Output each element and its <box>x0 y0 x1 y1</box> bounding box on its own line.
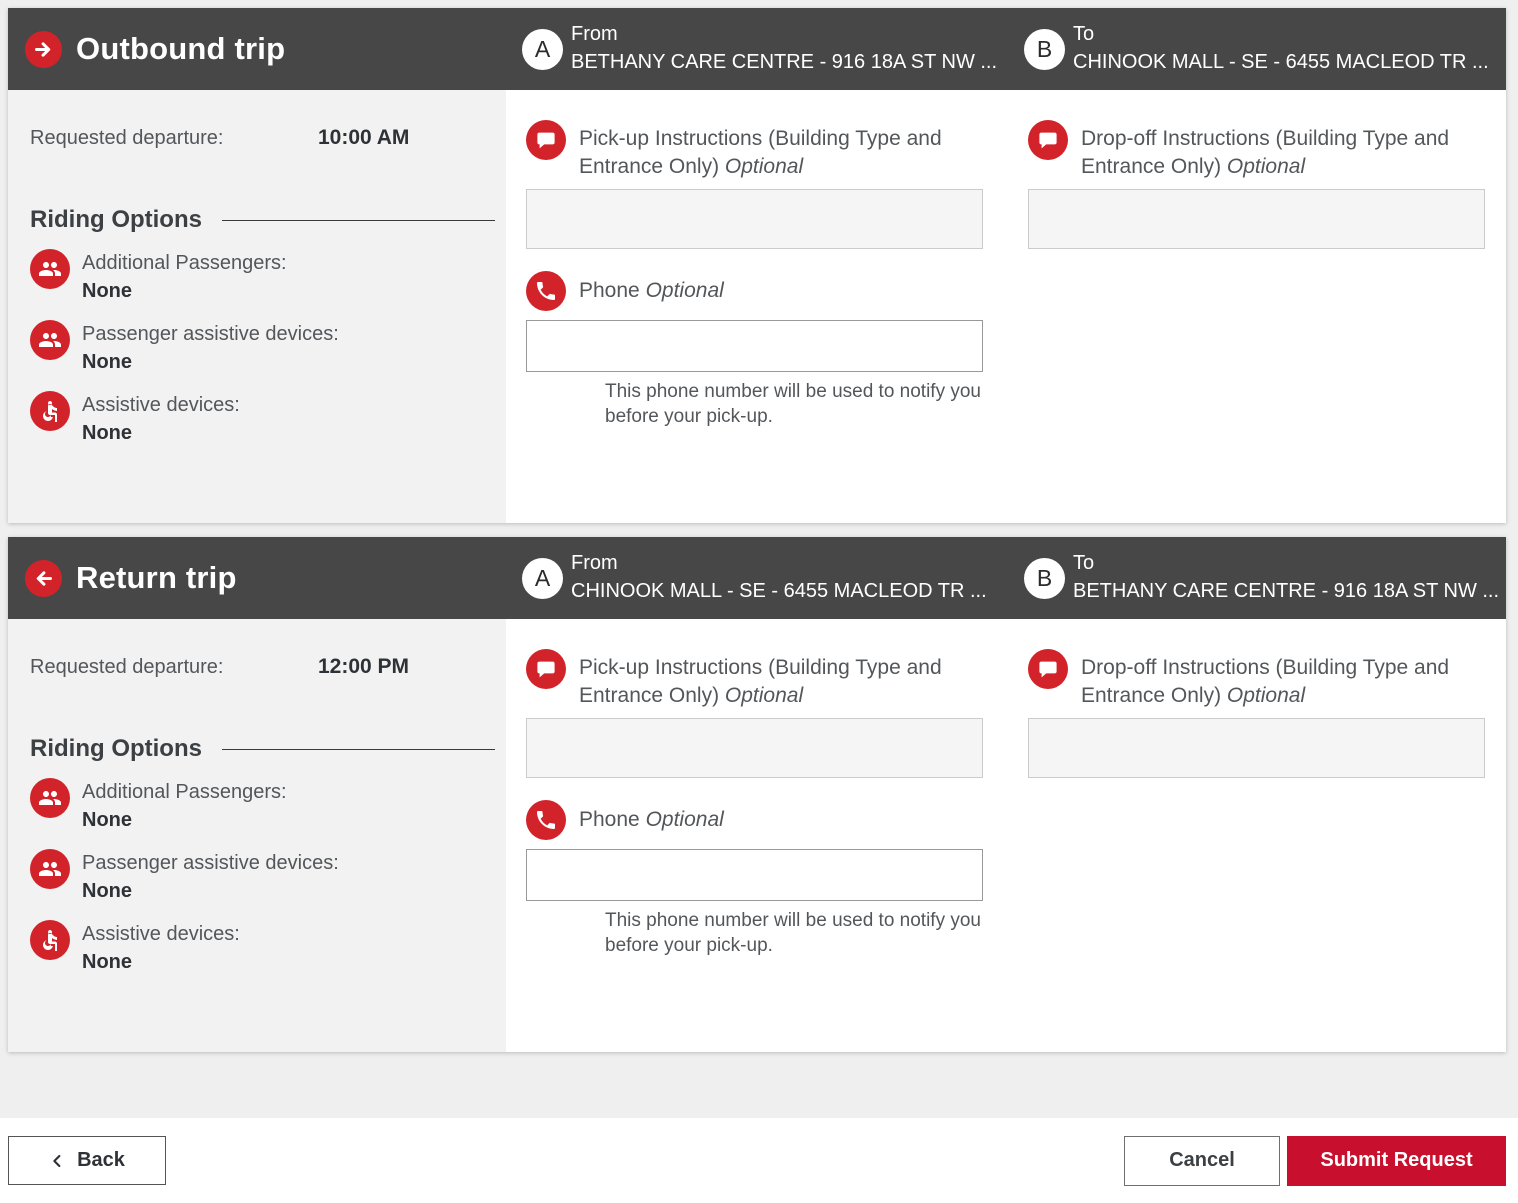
people-icon <box>30 778 70 818</box>
cancel-button[interactable]: Cancel <box>1124 1136 1280 1186</box>
passenger-assistive-devices-item: Passenger assistive devices: None <box>30 320 495 376</box>
outbound-trip-header: Outbound trip A From BETHANY CARE CENTRE… <box>8 8 1506 90</box>
divider <box>222 220 495 221</box>
departure-time: 10:00 AM <box>318 126 409 150</box>
phone-label: Phone Optional <box>579 806 983 834</box>
phone-help-text: This phone number will be used to notify… <box>605 379 987 429</box>
outbound-trip-title: Outbound trip <box>76 31 285 67</box>
people-icon <box>30 849 70 889</box>
arrow-left-icon <box>25 560 62 597</box>
people-icon <box>30 320 70 360</box>
back-button[interactable]: Back <box>8 1136 166 1185</box>
outbound-trip-card: Outbound trip A From BETHANY CARE CENTRE… <box>8 8 1506 523</box>
outbound-trip-title-group: Outbound trip <box>8 8 506 90</box>
trip-summary-page: Outbound trip A From BETHANY CARE CENTRE… <box>0 0 1518 1052</box>
marker-b: B <box>1024 558 1065 599</box>
return-trip-card: Return trip A From CHINOOK MALL - SE - 6… <box>8 537 1506 1052</box>
dropoff-instructions-input[interactable] <box>1028 718 1485 778</box>
return-to-group: B To BETHANY CARE CENTRE - 916 18A ST NW… <box>1008 537 1506 619</box>
wheelchair-icon <box>30 391 70 431</box>
phone-icon <box>526 800 566 840</box>
chat-bubble-icon <box>526 649 566 689</box>
outbound-trip-details-panel: Requested departure: 10:00 AM Riding Opt… <box>8 90 506 523</box>
return-dropoff-panel: Drop-off Instructions (Building Type and… <box>1008 619 1506 1052</box>
action-bar: Back Cancel Submit Request <box>0 1118 1518 1203</box>
outbound-pickup-panel: Pick-up Instructions (Building Type and … <box>506 90 1008 523</box>
riding-options-title: Riding Options <box>30 735 202 763</box>
dropoff-instructions-input[interactable] <box>1028 189 1485 249</box>
phone-input[interactable] <box>526 849 983 901</box>
from-label: From <box>571 21 997 49</box>
to-label: To <box>1073 550 1499 578</box>
pickup-instructions-label: Pick-up Instructions (Building Type and … <box>579 120 983 181</box>
assistive-devices-item: Assistive devices: None <box>30 391 495 447</box>
return-from-group: A From CHINOOK MALL - SE - 6455 MACLEOD … <box>506 537 1008 619</box>
marker-b: B <box>1024 29 1065 70</box>
assistive-devices-item: Assistive devices: None <box>30 920 495 976</box>
chat-bubble-icon <box>526 120 566 160</box>
submit-request-button[interactable]: Submit Request <box>1287 1136 1506 1186</box>
dropoff-instructions-label: Drop-off Instructions (Building Type and… <box>1081 649 1485 710</box>
return-trip-title-group: Return trip <box>8 537 506 619</box>
people-icon <box>30 249 70 289</box>
chevron-left-icon <box>49 1153 65 1169</box>
pickup-instructions-input[interactable] <box>526 189 983 249</box>
pickup-instructions-label: Pick-up Instructions (Building Type and … <box>579 649 983 710</box>
from-label: From <box>571 550 987 578</box>
arrow-right-icon <box>25 31 62 68</box>
chat-bubble-icon <box>1028 649 1068 689</box>
outbound-to-group: B To CHINOOK MALL - SE - 6455 MACLEOD TR… <box>1008 8 1506 90</box>
outbound-from-group: A From BETHANY CARE CENTRE - 916 18A ST … <box>506 8 1008 90</box>
departure-label: Requested departure: <box>30 127 318 150</box>
outbound-dropoff-panel: Drop-off Instructions (Building Type and… <box>1008 90 1506 523</box>
return-trip-header: Return trip A From CHINOOK MALL - SE - 6… <box>8 537 1506 619</box>
departure-time: 12:00 PM <box>318 655 409 679</box>
marker-a: A <box>522 29 563 70</box>
passenger-assistive-devices-item: Passenger assistive devices: None <box>30 849 495 905</box>
return-pickup-panel: Pick-up Instructions (Building Type and … <box>506 619 1008 1052</box>
wheelchair-icon <box>30 920 70 960</box>
phone-icon <box>526 271 566 311</box>
to-address: BETHANY CARE CENTRE - 916 18A ST NW ... <box>1073 578 1499 606</box>
phone-input[interactable] <box>526 320 983 372</box>
departure-label: Requested departure: <box>30 656 318 679</box>
pickup-instructions-input[interactable] <box>526 718 983 778</box>
riding-options-title: Riding Options <box>30 206 202 234</box>
phone-help-text: This phone number will be used to notify… <box>605 908 987 958</box>
chat-bubble-icon <box>1028 120 1068 160</box>
phone-label: Phone Optional <box>579 277 983 305</box>
additional-passengers-item: Additional Passengers: None <box>30 249 495 305</box>
to-label: To <box>1073 21 1489 49</box>
return-trip-title: Return trip <box>76 560 237 596</box>
return-trip-details-panel: Requested departure: 12:00 PM Riding Opt… <box>8 619 506 1052</box>
dropoff-instructions-label: Drop-off Instructions (Building Type and… <box>1081 120 1485 181</box>
divider <box>222 749 495 750</box>
to-address: CHINOOK MALL - SE - 6455 MACLEOD TR ... <box>1073 49 1489 77</box>
from-address: BETHANY CARE CENTRE - 916 18A ST NW ... <box>571 49 997 77</box>
from-address: CHINOOK MALL - SE - 6455 MACLEOD TR ... <box>571 578 987 606</box>
marker-a: A <box>522 558 563 599</box>
additional-passengers-item: Additional Passengers: None <box>30 778 495 834</box>
